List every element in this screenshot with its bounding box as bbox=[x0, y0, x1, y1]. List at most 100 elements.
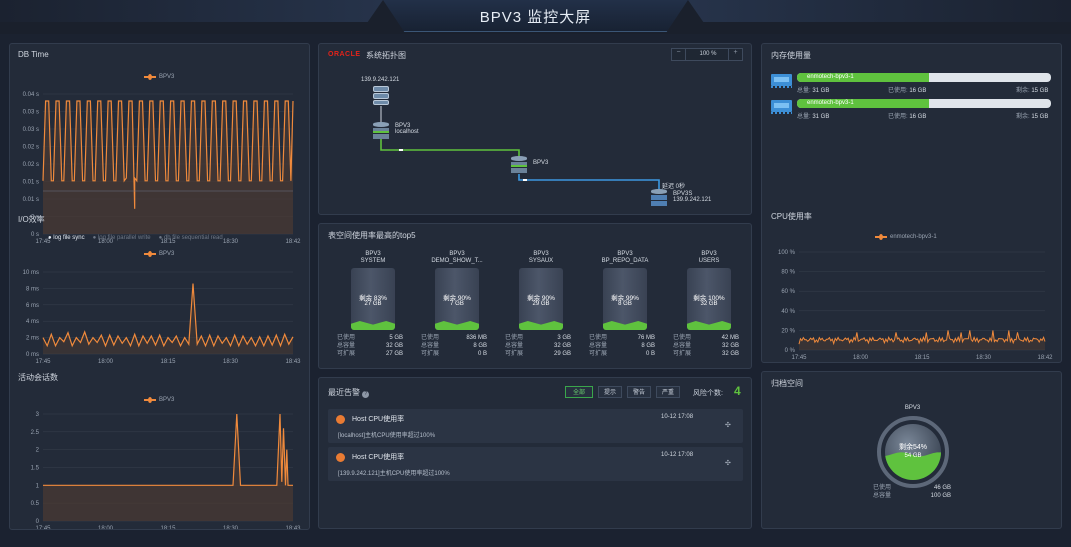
y-tick-label: 0.03 s bbox=[23, 110, 39, 116]
y-tick-label: 0.01 s bbox=[23, 197, 39, 203]
io-option-log-file-parallel-write[interactable]: ● log file parallel write bbox=[93, 235, 151, 241]
tablespace-card[interactable]: BPV3 SYSTEM 剩余 83% 27 GB 已使用 5 GB 总容量 32 G… bbox=[337, 250, 409, 365]
archive-panel: 归档空间 BPV3 剩余54% 54 GB 已使用 46 GB 总容量 100 GB bbox=[761, 371, 1062, 529]
tablespace-card[interactable]: BPV3 DEMO_SHOW_T... 剩余 90% 7 GB 已使用 836 M… bbox=[421, 250, 493, 365]
tablespace-fill bbox=[687, 321, 731, 330]
topology-center-name: BPV3 bbox=[533, 160, 549, 166]
y-tick-label: 1.5 bbox=[31, 466, 40, 472]
alert-title: Host CPU使用率 bbox=[352, 416, 405, 423]
tablespace-name: BP_REPO_DATA bbox=[601, 258, 649, 264]
help-icon[interactable]: ? bbox=[362, 391, 370, 398]
y-tick-label: 3 bbox=[36, 412, 40, 418]
io-option-db-file-seq-read[interactable]: ● db file sequential read bbox=[159, 235, 223, 241]
tablespace-cylinder: 剩余 83% 27 GB bbox=[351, 268, 395, 330]
io-option-log-file-sync[interactable]: ● log file sync bbox=[48, 235, 85, 241]
alert-item[interactable]: Host CPU使用率 10-12 17:08 [localhost]主机CPU… bbox=[328, 409, 743, 443]
risk-count-label: 风险个数: bbox=[693, 390, 723, 397]
tablespace-cylinder: 剩余 100% 32 GB bbox=[687, 268, 731, 330]
cpu-chart: 100 % 80 % 60 % 40 % 20 % 0 %17:45 18:00 18:15 1… bbox=[778, 250, 1053, 361]
x-tick-label: 18:15 bbox=[160, 359, 176, 365]
alert-icon bbox=[336, 453, 345, 462]
tablespace-panel: 表空间使用率最高的top5 BPV3 SYSTEM 剩余 83% 27 GB 已… bbox=[318, 223, 752, 369]
memory-total: 总量: 31 GB bbox=[797, 114, 830, 120]
x-tick-label: 18:15 bbox=[160, 526, 176, 529]
memory-chip-icon bbox=[771, 100, 792, 114]
x-tick-label: 18:00 bbox=[853, 355, 869, 361]
tablespace-free: 8 GB bbox=[618, 301, 632, 307]
tablespace-card[interactable]: BPV3 BP_REPO_DATA 剩余 99% 8 GB 已使用 76 MB 总… bbox=[589, 250, 661, 365]
y-tick-label: 0 bbox=[36, 519, 40, 525]
tablespace-fill bbox=[519, 321, 563, 330]
y-tick-label: 0 ms bbox=[26, 352, 39, 358]
filter-warning-button[interactable]: 警告 bbox=[627, 386, 651, 398]
archive-title: 归档空间 bbox=[771, 379, 803, 388]
pin-icon[interactable]: ✣ bbox=[725, 421, 731, 429]
tablespace-name: SYSTEM bbox=[360, 258, 386, 264]
tablespace-stats: 已使用 3 GB 总容量 32 GB 可扩展 29 GB bbox=[505, 335, 571, 357]
y-tick-label: 0.03 s bbox=[23, 127, 39, 133]
filter-critical-button[interactable]: 严重 bbox=[656, 386, 680, 398]
page-title: BPV3 监控大屏 bbox=[479, 9, 592, 26]
tablespace-fill bbox=[435, 321, 479, 330]
alert-time: 10-12 17:08 bbox=[661, 452, 694, 458]
sessions-legend: BPV3 bbox=[144, 397, 174, 403]
filter-info-button[interactable]: 提示 bbox=[598, 386, 622, 398]
topology-panel: ORACLE 系统拓扑图 − 100 % + 139.9.242.121 BPV… bbox=[318, 43, 752, 215]
x-tick-label: 17:45 bbox=[791, 355, 807, 361]
db-time-chart: 0.04 s 0.03 s 0.03 s 0.02 s 0.02 s 0.01 s 0.01… bbox=[23, 92, 302, 245]
db-time-title: DB Time bbox=[18, 50, 49, 59]
pin-icon[interactable]: ✣ bbox=[725, 459, 731, 467]
y-tick-label: 4 ms bbox=[26, 319, 39, 325]
y-tick-label: 0 s bbox=[31, 232, 39, 238]
archive-gauge: 剩余54% 54 GB bbox=[877, 416, 949, 488]
memory-host: enmotech-bpv3-1 bbox=[807, 74, 854, 80]
io-legend: BPV3 bbox=[144, 251, 174, 257]
header-wing-right bbox=[688, 0, 1071, 22]
x-tick-label: 18:43 bbox=[285, 526, 301, 529]
io-title: I/O效率 bbox=[18, 215, 45, 224]
tablespace-stats: 已使用 5 GB 总容量 32 GB 可扩展 27 GB bbox=[337, 335, 403, 357]
y-tick-label: 10 ms bbox=[23, 270, 39, 276]
memory-free: 剩余: 15 GB bbox=[1016, 114, 1049, 120]
archive-stats: 已使用 46 GB 总容量 100 GB bbox=[873, 485, 951, 499]
memory-bar: enmotech-bpv3-1 bbox=[797, 99, 1051, 108]
y-tick-label: 8 ms bbox=[26, 286, 39, 292]
x-tick-label: 18:30 bbox=[223, 526, 239, 529]
database-icon[interactable] bbox=[373, 122, 389, 139]
db-time-legend: BPV3 bbox=[144, 74, 174, 80]
topology-remote-ip: 139.9.242.121 bbox=[673, 197, 712, 203]
left-panel: DB Time BPV3 0.04 s 0.03 s 0.03 s 0.02 s 0.0… bbox=[9, 43, 310, 530]
alert-icon bbox=[336, 415, 345, 424]
memory-used: 已使用: 16 GB bbox=[888, 114, 927, 120]
sessions-chart: 3 2.5 2 1.5 1 0.5 017:45 18:00 18:15 18:30 18:43 bbox=[31, 412, 302, 529]
alerts-panel: 最近告警 ? 全部 提示 警告 严重 风险个数: 4 Host CPU使用率 1… bbox=[318, 377, 752, 529]
cpu-legend: enmotech-bpv3-1 bbox=[875, 234, 937, 240]
database-icon[interactable] bbox=[511, 156, 527, 173]
x-tick-label: 18:43 bbox=[285, 359, 301, 365]
memory-used: 已使用: 16 GB bbox=[888, 88, 927, 94]
x-tick-label: 18:30 bbox=[223, 359, 239, 365]
alert-item[interactable]: Host CPU使用率 10-12 17:08 [139.9.242.121]主… bbox=[328, 447, 743, 481]
tablespace-fill bbox=[351, 321, 395, 330]
database-icon[interactable] bbox=[651, 189, 667, 206]
filter-all-button[interactable]: 全部 bbox=[565, 386, 593, 398]
tablespace-card[interactable]: BPV3 SYSAUX 剩余 90% 29 GB 已使用 3 GB 总容量 32 G… bbox=[505, 250, 577, 365]
y-tick-label: 80 % bbox=[781, 270, 795, 276]
alert-title: Host CPU使用率 bbox=[352, 454, 405, 461]
tablespace-cylinder: 剩余 90% 29 GB bbox=[519, 268, 563, 330]
memory-free: 剩余: 15 GB bbox=[1016, 88, 1049, 94]
io-options: ● log file sync ● log file parallel writ… bbox=[48, 235, 223, 241]
server-icon[interactable] bbox=[373, 86, 389, 106]
tablespace-stats: 已使用 76 MB 总容量 8 GB 可扩展 0 B bbox=[589, 335, 655, 357]
x-tick-label: 17:45 bbox=[35, 526, 51, 529]
y-tick-label: 0.5 bbox=[31, 501, 40, 507]
x-tick-label: 18:42 bbox=[1037, 355, 1053, 361]
y-tick-label: 20 % bbox=[781, 328, 795, 334]
tablespace-card[interactable]: BPV3 USERS 剩余 100% 32 GB 已使用 42 MB 总容量 32 … bbox=[673, 250, 745, 365]
tablespace-name: SYSAUX bbox=[528, 258, 554, 264]
tablespace-title: 表空间使用率最高的top5 bbox=[328, 231, 416, 240]
alert-time: 10-12 17:08 bbox=[661, 414, 694, 420]
tablespace-free: 32 GB bbox=[700, 301, 718, 307]
archive-free: 54 GB bbox=[904, 453, 921, 459]
tablespace-free: 27 GB bbox=[364, 301, 382, 307]
